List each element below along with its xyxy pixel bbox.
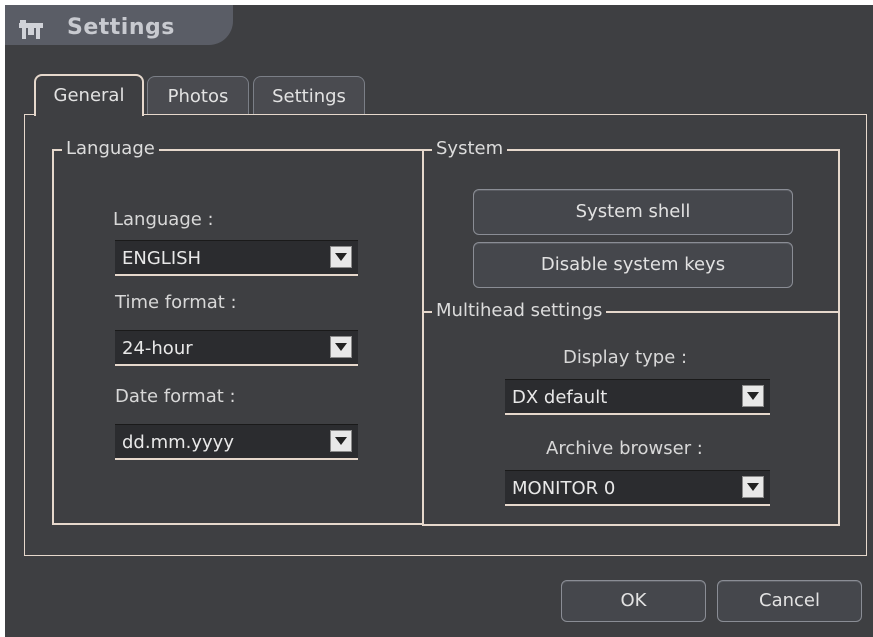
language-select[interactable]: ENGLISH bbox=[115, 240, 358, 276]
time-format-select[interactable]: 24-hour bbox=[115, 330, 358, 366]
settings-app-icon bbox=[19, 20, 43, 39]
display-type-label: Display type : bbox=[563, 347, 688, 368]
system-shell-button[interactable]: System shell bbox=[473, 189, 793, 235]
cancel-button[interactable]: Cancel bbox=[717, 580, 862, 622]
display-type-select-value: DX default bbox=[512, 387, 608, 408]
archive-browser-label: Archive browser : bbox=[546, 438, 703, 459]
ok-button[interactable]: OK bbox=[561, 580, 706, 622]
time-format-label: Time format : bbox=[115, 292, 237, 313]
chevron-down-icon[interactable] bbox=[330, 336, 352, 358]
archive-browser-select-value: MONITOR 0 bbox=[512, 478, 616, 499]
chevron-down-icon[interactable] bbox=[330, 246, 352, 268]
multihead-group-legend: Multihead settings bbox=[432, 300, 607, 322]
window-title: Settings bbox=[67, 15, 175, 40]
language-label: Language : bbox=[113, 209, 214, 230]
language-select-value: ENGLISH bbox=[122, 248, 202, 269]
archive-browser-select[interactable]: MONITOR 0 bbox=[505, 470, 770, 506]
tab-settings[interactable]: Settings bbox=[253, 76, 365, 114]
date-format-select-value: dd.mm.yyyy bbox=[122, 432, 234, 453]
title-bar: Settings bbox=[5, 5, 233, 45]
date-format-label: Date format : bbox=[115, 386, 236, 407]
chevron-down-icon[interactable] bbox=[330, 430, 352, 452]
chevron-down-icon[interactable] bbox=[742, 385, 764, 407]
date-format-select[interactable]: dd.mm.yyyy bbox=[115, 424, 358, 460]
display-type-select[interactable]: DX default bbox=[505, 379, 770, 415]
chevron-down-icon[interactable] bbox=[742, 476, 764, 498]
disable-system-keys-button[interactable]: Disable system keys bbox=[473, 242, 793, 288]
language-group-legend: Language bbox=[62, 138, 159, 160]
tab-photos[interactable]: Photos bbox=[147, 76, 249, 114]
tab-general[interactable]: General bbox=[34, 74, 144, 116]
system-group-legend: System bbox=[432, 138, 508, 160]
time-format-select-value: 24-hour bbox=[122, 338, 193, 359]
